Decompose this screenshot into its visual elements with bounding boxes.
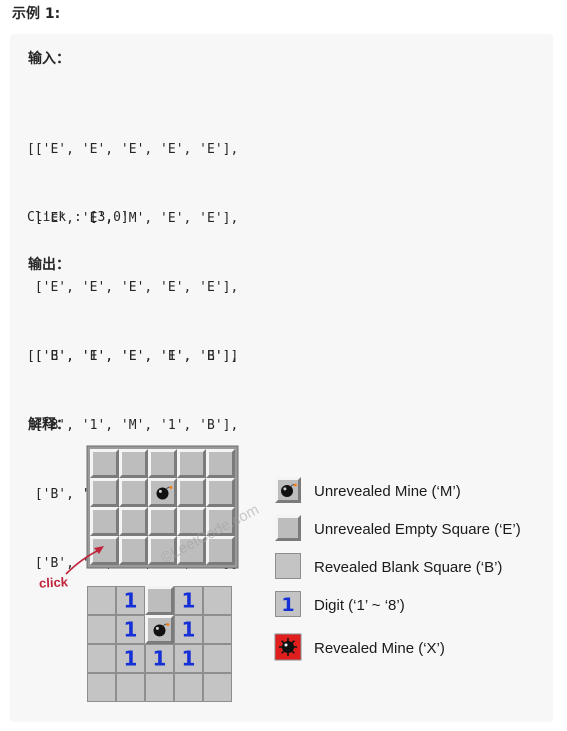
bottom-board: 1 11 11 1 1 <box>87 586 232 702</box>
board-cell <box>87 615 116 644</box>
board-cell <box>119 449 148 478</box>
board-cell <box>203 586 232 615</box>
svg-text:1: 1 <box>153 647 167 671</box>
minesweeper-figure: 1 11 11 1 1 1 <box>65 445 302 702</box>
board-cell <box>90 449 119 478</box>
svg-text:1: 1 <box>182 618 196 642</box>
board-cell <box>203 644 232 673</box>
board-cell: 1 <box>174 644 203 673</box>
board-cell <box>90 478 119 507</box>
board-cell <box>174 673 203 702</box>
legend-text-blank: Revealed Blank Square (‘B’) <box>314 559 503 576</box>
board-cell <box>87 673 116 702</box>
svg-text:1: 1 <box>124 589 138 613</box>
board-cell <box>148 449 177 478</box>
empty-square-icon <box>275 515 301 541</box>
svg-text:1: 1 <box>182 647 196 671</box>
board-cell <box>148 478 177 507</box>
revealed-mine-icon <box>274 633 302 661</box>
svg-text:1: 1 <box>182 589 196 613</box>
board-cell <box>206 478 235 507</box>
board-cell <box>177 449 206 478</box>
board-cell <box>90 507 119 536</box>
board-cell <box>145 673 174 702</box>
blank-square-icon <box>275 553 301 579</box>
click-label: click <box>38 574 69 591</box>
board-cell <box>203 673 232 702</box>
board-cell: 1 <box>145 644 174 673</box>
board-cell <box>87 586 116 615</box>
board-cell <box>145 615 174 644</box>
legend-icons: 1 <box>274 477 302 661</box>
svg-text:1: 1 <box>281 594 294 616</box>
legend-text-revealed-mine: Revealed Mine (‘X’) <box>314 640 445 657</box>
legend-text-digit: Digit (‘1’ ~ ‘8’) <box>314 597 405 614</box>
board-cell: 1 <box>174 615 203 644</box>
board-cell <box>145 586 174 615</box>
mine-icon <box>275 477 301 503</box>
board-cell <box>119 536 148 565</box>
board-cell: 1 <box>116 586 145 615</box>
board-cell <box>90 536 119 565</box>
board-cell <box>87 644 116 673</box>
board-cell <box>119 478 148 507</box>
legend-text-mine: Unrevealed Mine (‘M’) <box>314 483 461 500</box>
board-cell <box>206 449 235 478</box>
board-cell <box>119 507 148 536</box>
board-cell <box>148 507 177 536</box>
svg-text:1: 1 <box>124 647 138 671</box>
digit-icon: 1 <box>275 591 301 617</box>
board-cell <box>177 478 206 507</box>
board-cell <box>116 673 145 702</box>
legend-text-empty: Unrevealed Empty Square (‘E’) <box>314 521 521 538</box>
board-cell <box>203 615 232 644</box>
board-cell: 1 <box>116 615 145 644</box>
board-cell: 1 <box>116 644 145 673</box>
board-cell: 1 <box>174 586 203 615</box>
svg-text:1: 1 <box>124 618 138 642</box>
